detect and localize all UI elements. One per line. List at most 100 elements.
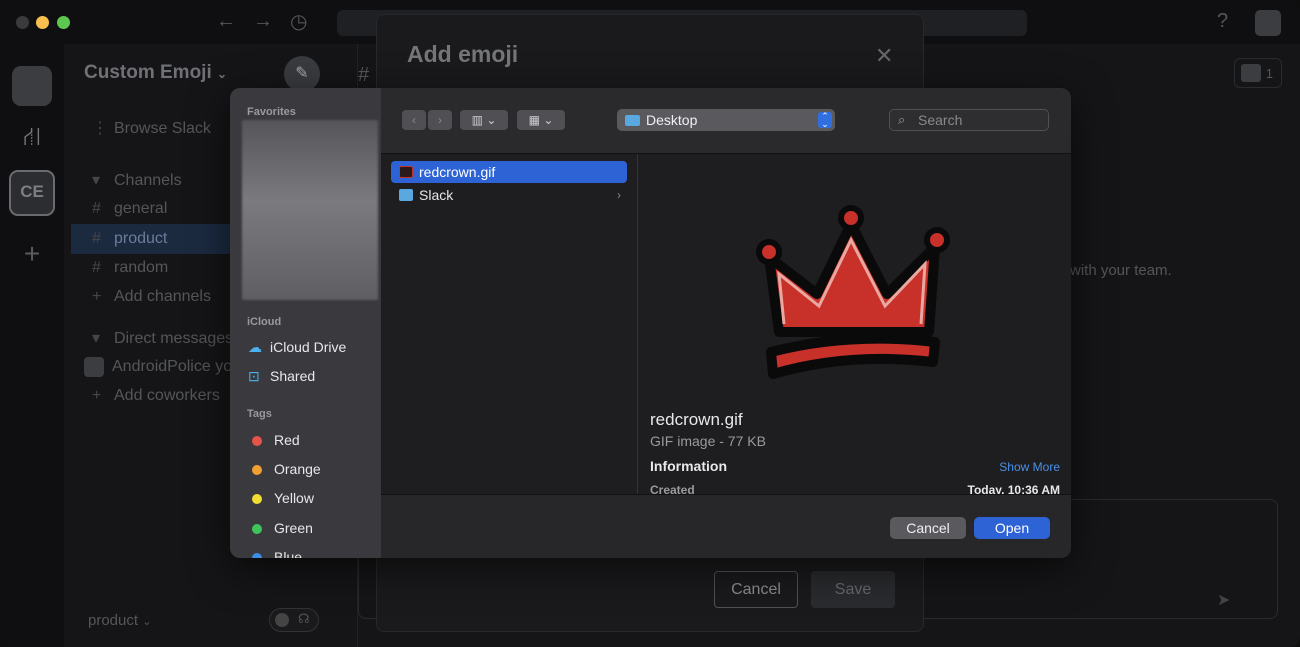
chevron-right-icon: ›: [617, 188, 621, 202]
headphones-icon: ☊: [298, 611, 310, 626]
workspace-custom-emoji[interactable]: CE: [9, 170, 55, 216]
direct-messages-header[interactable]: ▾ Direct messages: [92, 328, 233, 348]
window-maximize-button[interactable]: [57, 16, 70, 29]
preview-file-name: redcrown.gif: [650, 410, 743, 429]
favorites-header: Favorites: [247, 106, 296, 118]
back-arrow-icon[interactable]: ←: [216, 10, 236, 33]
search-input[interactable]: ⌕ Search: [889, 109, 1049, 131]
sidebar-item-icloud-drive[interactable]: ☁ iCloud Drive: [248, 339, 346, 356]
tag-dot: [252, 465, 262, 476]
sidebar-item-androidpolice[interactable]: AndroidPolice yo: [84, 357, 232, 377]
tag-yellow[interactable]: Yellow: [248, 490, 314, 506]
plus-icon: +: [92, 288, 102, 305]
information-header: Information: [650, 458, 727, 474]
group-view-button[interactable]: ▦ ⌄: [517, 110, 565, 130]
workspace-androidpolice-icon[interactable]: [12, 66, 52, 106]
channel-hash-icon: #: [358, 64, 370, 86]
finder-sidebar: Favorites iCloud ☁ iCloud Drive ⊡ Shared T…: [230, 88, 381, 558]
add-channels[interactable]: + Add channels: [92, 288, 211, 306]
gif-file-icon: [399, 166, 413, 178]
blurred-favorites: [242, 120, 378, 300]
huddle-toggle[interactable]: ☊: [269, 608, 319, 632]
modal-cancel-button[interactable]: Cancel: [714, 571, 798, 608]
window-close-button[interactable]: [16, 16, 29, 29]
members-button[interactable]: 1: [1234, 58, 1282, 88]
browse-slack[interactable]: ⋮ Browse Slack: [92, 118, 211, 138]
tag-blue[interactable]: Blue: [248, 549, 302, 558]
folder-icon: [399, 189, 413, 201]
chevron-down-icon: ⌄: [217, 67, 228, 81]
icloud-drive-label: iCloud Drive: [270, 339, 347, 355]
channels-header[interactable]: ▾ Channels: [92, 170, 182, 190]
shared-folder-icon: ⊡: [248, 368, 260, 384]
workspace-rail: ⛙ CE +: [0, 44, 64, 647]
caret-down-icon: ▾: [92, 172, 101, 189]
nav-forward-button[interactable]: ›: [428, 110, 452, 130]
dm-user-label: AndroidPolice: [112, 358, 211, 376]
channels-header-label: Channels: [114, 172, 182, 189]
cloud-icon: ☁: [248, 339, 262, 355]
workspace-title[interactable]: Custom Emoji ⌄: [84, 62, 227, 84]
slack-window: ← → ◷ ? ⛙ CE + Custom Emoji ⌄ ✎ ⋮ Browse …: [0, 0, 1300, 647]
finder-pane: ‹ › ▥ ⌄ ▦ ⌄ Desktop ⌃ ⌄ ⌕ Search redcrown.g…: [381, 88, 1071, 558]
nav-back-button[interactable]: ‹: [402, 110, 426, 130]
user-avatar[interactable]: [1255, 10, 1281, 36]
location-dropdown[interactable]: Desktop ⌃ ⌄: [617, 109, 835, 131]
send-icon[interactable]: ➤: [1217, 590, 1230, 610]
modal-save-button[interactable]: Save: [811, 571, 895, 608]
window-minimize-button[interactable]: [36, 16, 49, 29]
dialog-footer: Cancel Open: [381, 494, 1071, 558]
add-coworkers[interactable]: + Add coworkers: [92, 387, 220, 405]
close-icon[interactable]: ✕: [875, 43, 893, 69]
compose-icon: ✎: [295, 65, 309, 82]
icloud-header: iCloud: [247, 316, 282, 328]
shared-label: Shared: [270, 368, 316, 384]
workspace-tree-icon[interactable]: ⛙: [12, 116, 52, 156]
tag-dot: [252, 524, 262, 535]
tag-dot: [252, 494, 262, 505]
hash-icon: #: [92, 230, 101, 247]
list-item-slack-folder[interactable]: Slack ›: [391, 184, 627, 206]
tag-dot: [252, 553, 262, 558]
sidebar-item-shared[interactable]: ⊡ Shared: [248, 368, 315, 385]
workspace-title-text: Custom Emoji: [84, 62, 212, 83]
column-view-button[interactable]: ▥ ⌄: [460, 110, 508, 130]
cancel-button[interactable]: Cancel: [890, 517, 966, 539]
forward-arrow-icon[interactable]: →: [253, 10, 273, 33]
more-icon: ⋮: [92, 120, 108, 137]
sidebar-item-random[interactable]: # random: [92, 259, 168, 277]
channel-intro-text: with your team.: [1070, 262, 1172, 279]
location-label: Desktop: [646, 112, 698, 128]
compose-button[interactable]: ✎: [284, 56, 320, 92]
add-workspace-icon[interactable]: +: [12, 234, 52, 274]
finder-toolbar: ‹ › ▥ ⌄ ▦ ⌄ Desktop ⌃ ⌄ ⌕ Search: [381, 88, 1071, 154]
add-channels-label: Add channels: [114, 288, 211, 305]
sidebar-item-general[interactable]: # general: [92, 200, 167, 218]
tag-label: Yellow: [274, 490, 314, 506]
tags-header: Tags: [247, 408, 272, 420]
dm-header-label: Direct messages: [114, 330, 234, 347]
tag-label: Blue: [274, 549, 303, 558]
open-button[interactable]: Open: [974, 517, 1050, 539]
tag-red[interactable]: Red: [248, 432, 300, 448]
tag-green[interactable]: Green: [248, 520, 313, 536]
sidebar-item-product[interactable]: # product: [92, 230, 167, 248]
huddle-channel-selector[interactable]: product ⌄: [88, 612, 151, 629]
show-more-link[interactable]: Show More: [999, 460, 1060, 474]
huddle-channel-label: product: [88, 612, 139, 629]
search-icon: ⌕: [898, 112, 906, 127]
tag-orange[interactable]: Orange: [248, 461, 321, 477]
caret-down-icon: ▾: [92, 330, 101, 347]
preview-file-type: GIF image - 77 KB: [650, 433, 766, 449]
chevron-down-icon: ⌄: [486, 113, 497, 127]
tag-dot: [252, 436, 262, 447]
file-list: redcrown.gif Slack ›: [381, 154, 638, 494]
channel-label: product: [114, 230, 168, 247]
history-icon[interactable]: ◷: [290, 9, 307, 34]
hash-icon: #: [92, 200, 101, 217]
chevron-down-icon: ⌄: [142, 616, 152, 628]
list-item-redcrown[interactable]: redcrown.gif: [391, 161, 627, 183]
help-icon[interactable]: ?: [1217, 10, 1228, 33]
toggle-knob: [275, 613, 289, 627]
search-placeholder: Search: [918, 112, 963, 128]
